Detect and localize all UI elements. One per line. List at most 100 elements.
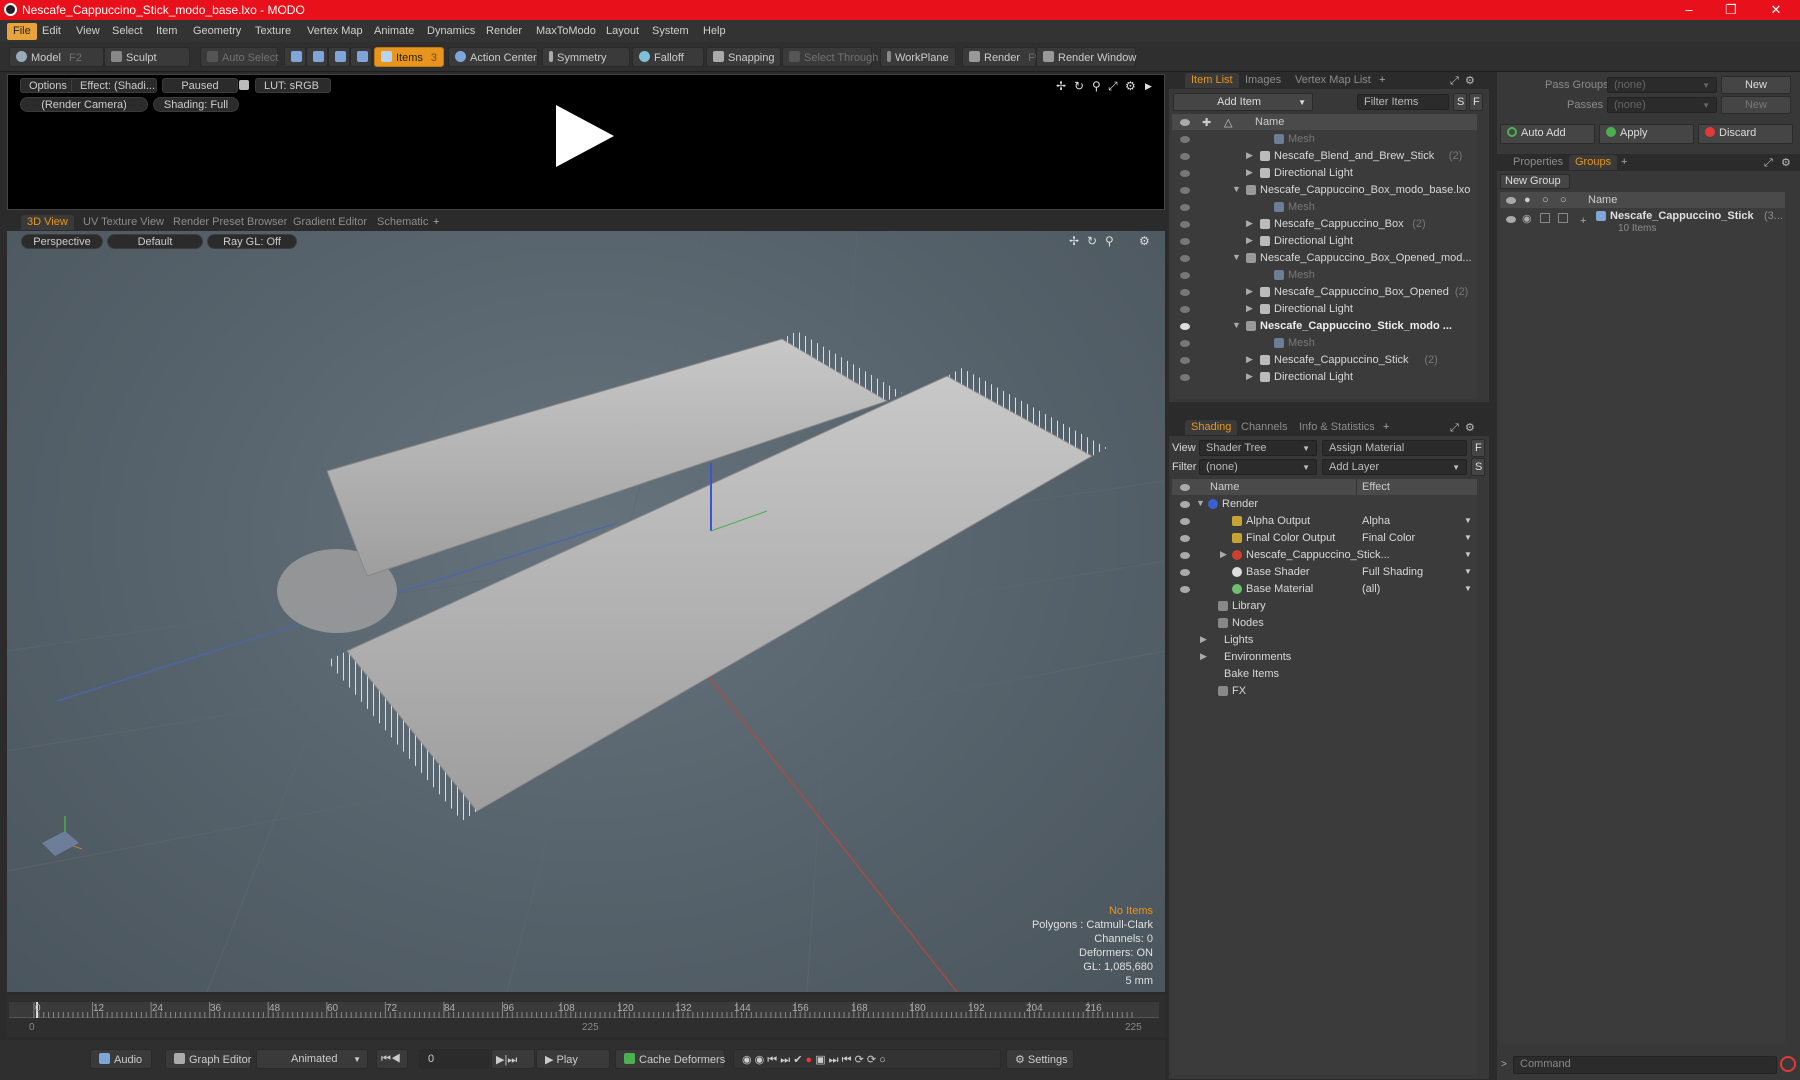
add-panel-tab-icon[interactable]: + (1373, 73, 1391, 88)
menu-animate[interactable]: Animate (368, 23, 420, 40)
menu-layout[interactable]: Layout (600, 23, 645, 40)
command-stop-icon[interactable] (1780, 1056, 1796, 1072)
new-pass-group-button[interactable]: New (1721, 76, 1791, 94)
effect-chevron-icon[interactable]: ▼ (1464, 567, 1472, 576)
render-options-button[interactable]: Options (20, 78, 76, 93)
visibility-eye-icon[interactable] (1180, 306, 1190, 313)
item-row[interactable]: ▶ Nescafe_Cappuccino_Box_Opened (2) (1172, 284, 1477, 301)
effect-chevron-icon[interactable]: ▼ (1464, 584, 1472, 593)
maximize-icon[interactable]: ⤢ (1108, 79, 1118, 94)
item-tree[interactable]: ✚ △ Name Mesh ▶ Nescafe_Blend_and_Brew_Sti… (1172, 114, 1477, 399)
select-through-button[interactable]: Select Through (782, 47, 878, 67)
item-row[interactable]: Mesh (1172, 335, 1477, 352)
effect-chevron-icon[interactable]: ▼ (1464, 516, 1472, 525)
add-shading-tab-icon[interactable]: + (1377, 420, 1395, 435)
item-row[interactable]: ▶ Directional Light (1172, 233, 1477, 250)
group-select-checkbox[interactable] (1558, 213, 1568, 223)
visibility-eye-icon[interactable] (1180, 238, 1190, 245)
item-row[interactable]: Mesh (1172, 267, 1477, 284)
render-camera-dropdown[interactable]: (Render Camera) (20, 97, 148, 112)
item-row[interactable]: ▼ Nescafe_Cappuccino_Box_modo_base.lxo (1172, 182, 1477, 199)
expand-down-icon[interactable]: ▼ (1232, 320, 1241, 330)
close-button[interactable]: ✕ (1755, 0, 1797, 20)
shader-row[interactable]: FX (1172, 683, 1477, 700)
shader-row[interactable]: Base Shader Full Shading ▼ (1172, 564, 1477, 581)
menu-help[interactable]: Help (697, 23, 732, 40)
menu-geometry[interactable]: Geometry (187, 23, 247, 40)
tab-3d-view[interactable]: 3D View (21, 215, 74, 230)
menu-system[interactable]: System (646, 23, 695, 40)
shading-gear-icon[interactable]: ⚙ (1465, 421, 1475, 434)
items-mode-button[interactable]: Items 3 (374, 47, 444, 67)
shader-row[interactable]: Alpha Output Alpha ▼ (1172, 513, 1477, 530)
item-row[interactable]: ▶ Directional Light (1172, 301, 1477, 318)
gear-icon[interactable]: ⚙ (1125, 79, 1136, 93)
render-button[interactable]: Render F9 (962, 47, 1041, 67)
render-shading-dropdown[interactable]: Shading: Full (153, 97, 239, 112)
visibility-eye-icon[interactable] (1180, 136, 1190, 143)
render-paused-toggle[interactable]: Paused (162, 78, 238, 93)
visibility-eye-icon[interactable] (1180, 255, 1190, 262)
item-row[interactable]: ▶ Directional Light (1172, 369, 1477, 386)
visibility-eye-icon[interactable] (1180, 374, 1190, 381)
filter-items-input[interactable]: Filter Items (1357, 94, 1449, 110)
move-icon[interactable]: ✢ (1056, 79, 1066, 93)
frame-input[interactable]: 0 (419, 1049, 489, 1069)
zoom-icon[interactable]: ⚲ (1092, 79, 1101, 93)
3d-viewport[interactable]: Perspective Default Ray GL: Off ✢ ↻ ⚲ ⚙ (7, 231, 1165, 992)
item-row[interactable]: Mesh (1172, 131, 1477, 148)
item-row[interactable]: ▼ Nescafe_Cappuccino_Stick_modo ... (1172, 318, 1477, 335)
expand-down-icon[interactable]: ▼ (1232, 184, 1241, 194)
falloff-button[interactable]: Falloff (632, 47, 704, 67)
maximize-button[interactable]: ❐ (1710, 0, 1752, 20)
cache-deformers-button[interactable]: Cache Deformers (615, 1049, 725, 1069)
item-row[interactable]: ▶ Nescafe_Cappuccino_Box (2) (1172, 216, 1477, 233)
tab-shading[interactable]: Shading (1185, 420, 1238, 435)
menu-texture[interactable]: Texture (249, 23, 297, 40)
discard-button[interactable]: Discard (1698, 124, 1793, 144)
panel-maximize-icon[interactable]: ⤢ (1450, 75, 1459, 88)
expand-down-icon[interactable]: ▼ (1232, 252, 1241, 262)
shader-row[interactable]: ▶ Lights (1172, 632, 1477, 649)
group-lock-icon[interactable]: ◉ (1522, 212, 1532, 225)
audio-button[interactable]: Audio (90, 1049, 152, 1069)
render-preview[interactable]: Options Effect: (Shadi... Paused LUT: sR… (7, 74, 1165, 210)
menu-render[interactable]: Render (480, 23, 528, 40)
render-effect-dropdown[interactable]: Effect: (Shadi... (71, 78, 157, 93)
expand-right-icon[interactable]: ▶ (1246, 354, 1253, 365)
tab-channels[interactable]: Channels (1235, 420, 1293, 435)
expand-right-icon[interactable]: ▶ (1200, 651, 1207, 662)
shader-visibility-icon[interactable] (1180, 569, 1190, 576)
filter-f-button[interactable]: F (1469, 93, 1483, 111)
shader-row[interactable]: ▶ Nescafe_Cappuccino_Stick... ▼ (1172, 547, 1477, 564)
visibility-eye-icon[interactable] (1180, 187, 1190, 194)
item-row[interactable]: ▶ Nescafe_Blend_and_Brew_Stick (2) (1172, 148, 1477, 165)
item-row[interactable]: ▼ Nescafe_Cappuccino_Box_Opened_mod... (1172, 250, 1477, 267)
tab-uv-texture-view[interactable]: UV Texture View (77, 215, 170, 230)
expand-right-icon[interactable]: ▶ (1246, 218, 1253, 229)
model-button[interactable]: Model F2 (9, 47, 104, 67)
visibility-eye-icon[interactable] (1180, 357, 1190, 364)
shader-visibility-icon[interactable] (1180, 535, 1190, 542)
menu-file[interactable]: File (7, 23, 37, 40)
shader-effect[interactable]: Final Color (1362, 532, 1415, 544)
tab-schematic[interactable]: Schematic (371, 215, 434, 230)
play-button[interactable]: ▶ Play (536, 1049, 610, 1069)
item-row[interactable]: ▶ Nescafe_Cappuccino_Stick (2) (1172, 352, 1477, 369)
edges-mode-button[interactable] (306, 47, 328, 67)
item-row[interactable]: ▶ Directional Light (1172, 165, 1477, 182)
item-row[interactable]: Mesh (1172, 199, 1477, 216)
menu-select[interactable]: Select (106, 23, 149, 40)
command-input[interactable]: Command (1513, 1056, 1777, 1074)
groups-maximize-icon[interactable]: ⤢ (1764, 157, 1773, 170)
shading-maximize-icon[interactable]: ⤢ (1450, 422, 1459, 435)
shader-row[interactable]: Nodes (1172, 615, 1477, 632)
tab-item-list[interactable]: Item List (1185, 73, 1239, 88)
snapping-button[interactable]: Snapping (706, 47, 781, 67)
auto-add-button[interactable]: Auto Add (1500, 124, 1595, 144)
graph-editor-button[interactable]: Graph Editor (165, 1049, 251, 1069)
panel-gear-icon[interactable]: ⚙ (1465, 74, 1475, 87)
expand-right-icon[interactable]: ▶ (1246, 286, 1253, 297)
expand-right-icon[interactable]: ▶ (1246, 303, 1253, 314)
menu-dynamics[interactable]: Dynamics (421, 23, 481, 40)
